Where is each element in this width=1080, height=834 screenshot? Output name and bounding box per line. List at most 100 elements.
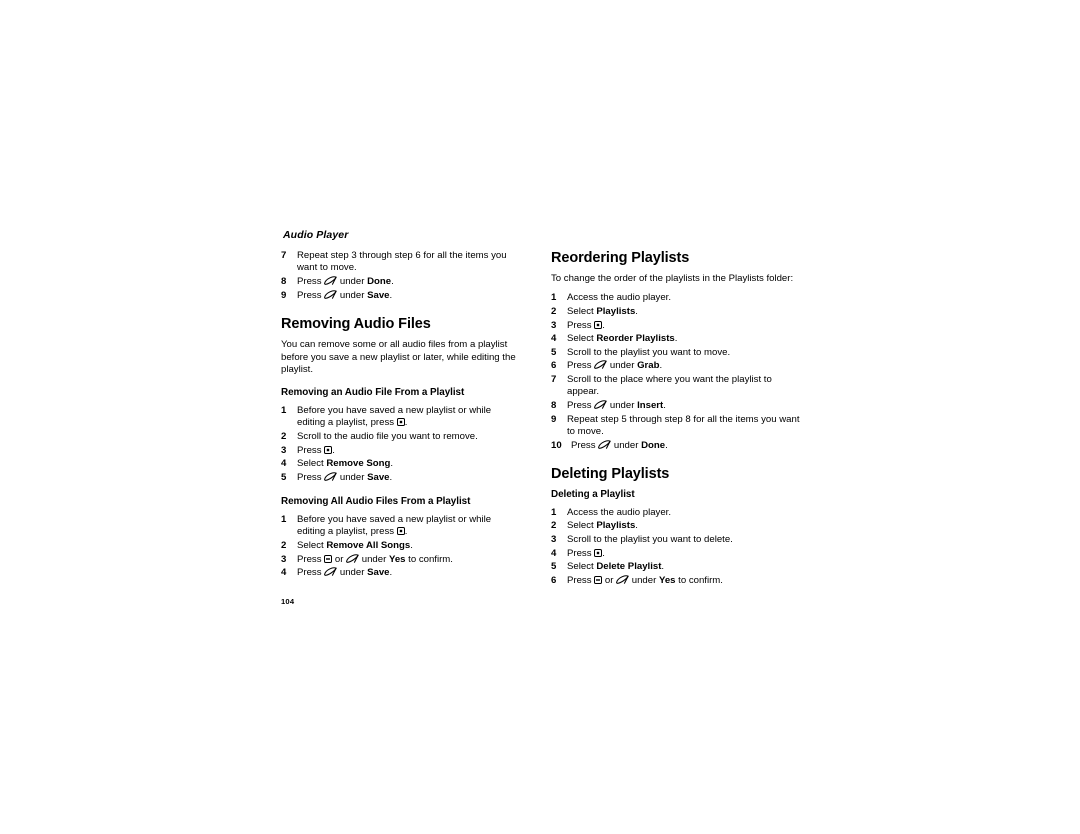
step-text: Press under Save. — [297, 567, 393, 579]
softkey-glyph — [324, 289, 337, 299]
minus-key-glyph — [324, 554, 333, 563]
step-text: Select Remove All Songs. — [297, 539, 413, 551]
menu-key-glyph — [396, 527, 405, 536]
softkey-glyph — [594, 400, 607, 409]
step-text: Before you have saved a new playlist or … — [297, 513, 492, 538]
emphasis-term: Save — [367, 471, 390, 483]
step-number: 3 — [281, 553, 287, 565]
emphasis-term: Playlists — [596, 306, 636, 317]
minus-key-glyph — [594, 575, 603, 584]
step-text: Select Remove Song. — [297, 458, 393, 470]
subheading-removing-all-audio-files: Removing All Audio Files From a Playlist — [281, 496, 471, 508]
step-number: 1 — [551, 292, 557, 304]
step-text: Scroll to the playlist you want to move. — [567, 346, 731, 358]
step-item: 2 Select Playlists. — [551, 520, 803, 532]
subheading-deleting-a-playlist: Deleting a Playlist — [551, 489, 635, 501]
step-number: 7 — [281, 250, 287, 261]
step-item: 1 Access the audio player. — [551, 292, 803, 304]
section-heading-deleting-playlists: Deleting Playlists — [551, 466, 670, 483]
step-number: 1 — [551, 506, 557, 518]
step-item: 2 Select Playlists. — [551, 306, 803, 318]
manual-page: Audio Player 7 Repeat step 3 through step… — [0, 0, 1080, 834]
step-text: Press . — [297, 444, 335, 456]
step-number: 4 — [551, 547, 557, 559]
step-item: 9 Repeat step 5 through step 8 for all th… — [551, 414, 803, 439]
step-item: 4 Select Reorder Playlists. — [551, 333, 803, 345]
emphasis-term: Remove All Songs — [326, 539, 411, 551]
step-item: 3 Press . — [551, 320, 803, 332]
step-item: 6 Press or under Yes to confirm. — [551, 575, 803, 587]
step-item: 1 Before you have saved a new playlist or… — [281, 514, 521, 539]
step-number: 1 — [281, 405, 287, 416]
emphasis-term: Grab — [637, 360, 660, 372]
step-number: 6 — [551, 574, 557, 586]
step-number: 5 — [551, 561, 557, 573]
step-number: 9 — [551, 413, 557, 425]
menu-key-glyph — [594, 320, 603, 329]
softkey-glyph — [324, 472, 337, 481]
step-text: Press under Save. — [297, 471, 393, 483]
emphasis-term: Save — [367, 567, 390, 579]
softkey-glyph — [324, 276, 337, 285]
removing-all-audio-files-step-list: 1 Before you have saved a new playlist or… — [281, 514, 521, 580]
softkey-glyph — [598, 439, 611, 449]
step-number: 2 — [551, 306, 557, 317]
step-item: 3 Press or under Yes to confirm. — [281, 554, 521, 566]
step-number: 10 — [551, 439, 562, 451]
step-number: 9 — [281, 289, 287, 301]
step-item: 1 Before you have saved a new playlist or… — [281, 405, 521, 430]
emphasis-term: Done — [367, 276, 392, 287]
step-item: 2 Scroll to the audio file you want to re… — [281, 431, 521, 443]
softkey-glyph — [324, 567, 337, 576]
step-item: 9 Press under Save. — [281, 290, 521, 302]
right-column: Reordering Playlists To change the order… — [551, 250, 803, 588]
step-number: 5 — [281, 471, 287, 483]
section-intro-paragraph: You can remove some or all audio files f… — [281, 339, 516, 375]
step-number: 8 — [551, 399, 557, 411]
step-text: Before you have saved a new playlist or … — [297, 405, 492, 429]
emphasis-term: Remove Song — [326, 458, 391, 470]
deleting-a-playlist-step-list: 1 Access the audio player. 2 Select Playlis… — [551, 507, 803, 587]
step-item: 5 Select Delete Playlist. — [551, 561, 803, 573]
menu-key-glyph — [324, 445, 333, 454]
emphasis-term: Delete Playlist — [596, 561, 662, 573]
page-number: 104 — [281, 597, 295, 606]
emphasis-term: Yes — [658, 574, 676, 586]
step-text: Scroll to the audio file you want to rem… — [297, 431, 478, 442]
softkey-glyph — [594, 360, 607, 370]
step-number: 4 — [281, 567, 287, 579]
step-item: 3 Scroll to the playlist you want to dele… — [551, 534, 803, 546]
step-item: 8 Press under Done. — [281, 276, 521, 288]
step-item: 5 Press under Save. — [281, 472, 521, 484]
step-number: 3 — [551, 319, 557, 331]
step-number: 2 — [551, 520, 557, 532]
step-text: Access the audio player. — [567, 292, 671, 304]
step-number: 8 — [281, 276, 287, 287]
step-text: Select Delete Playlist. — [567, 561, 665, 573]
step-text: Scroll to the playlist you want to delet… — [567, 533, 733, 545]
step-number: 6 — [551, 360, 557, 372]
step-text: Scroll to the place where you want the p… — [567, 373, 772, 398]
step-text: Press or under Yes to confirm. — [297, 553, 453, 565]
section-heading-removing-audio-files: Removing Audio Files — [281, 316, 431, 333]
step-item: 1 Access the audio player. — [551, 507, 803, 519]
step-text: Press under Grab. — [567, 360, 663, 372]
emphasis-term: Reorder Playlists — [596, 333, 675, 345]
step-number: 4 — [551, 333, 557, 345]
step-item: 4 Select Remove Song. — [281, 458, 521, 470]
step-number: 5 — [551, 346, 557, 358]
step-number: 7 — [551, 373, 557, 385]
step-text: Select Playlists. — [567, 520, 638, 532]
step-number: 4 — [281, 458, 287, 470]
step-item: 8 Press under Insert. — [551, 400, 803, 412]
emphasis-term: Done — [641, 439, 666, 451]
emphasis-term: Save — [367, 289, 390, 301]
step-text: Press under Save. — [297, 289, 393, 301]
menu-key-glyph — [396, 418, 405, 427]
step-text: Select Reorder Playlists. — [567, 333, 678, 345]
step-item: 5 Scroll to the playlist you want to move… — [551, 347, 803, 359]
step-text: Press . — [567, 547, 605, 559]
step-number: 3 — [281, 444, 287, 456]
removing-an-audio-file-step-list: 1 Before you have saved a new playlist or… — [281, 405, 521, 484]
section-heading-reordering-playlists: Reordering Playlists — [551, 250, 690, 266]
